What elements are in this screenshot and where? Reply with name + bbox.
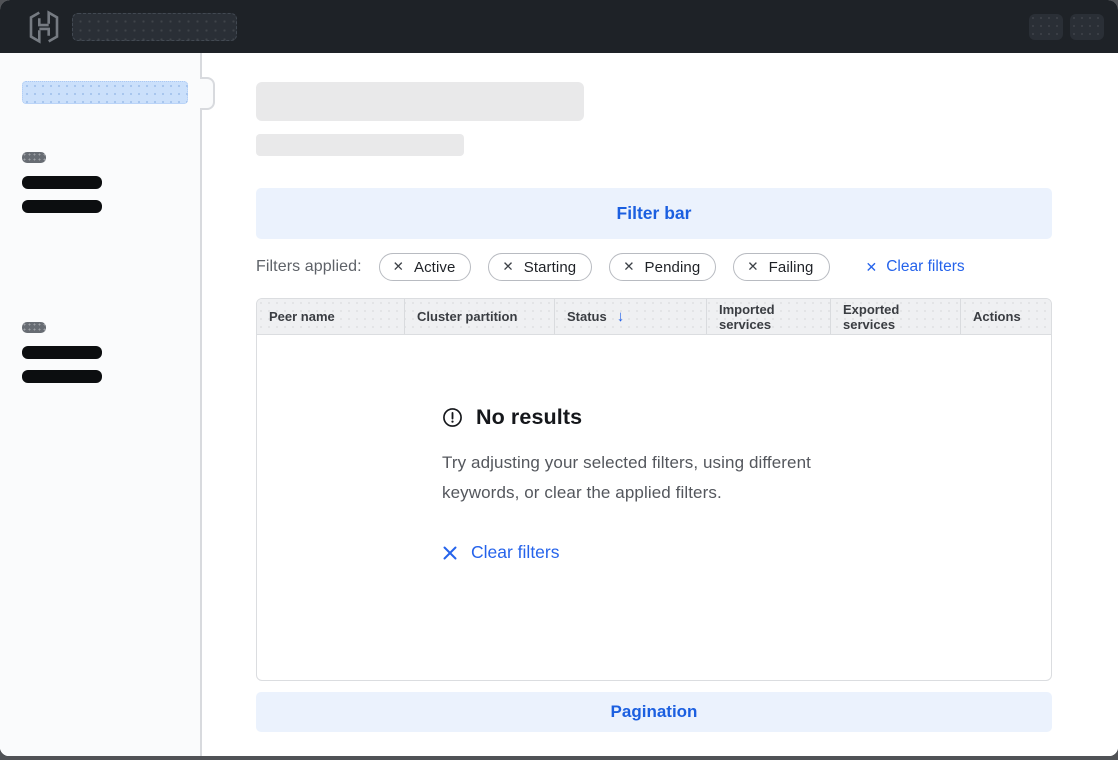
column-header-label: Status <box>567 309 607 324</box>
filter-pill-active[interactable]: ✕ Active <box>379 253 472 281</box>
column-header-cluster-partition[interactable]: Cluster partition <box>404 299 554 334</box>
filter-pill-label: Active <box>414 259 455 276</box>
column-header-exported-services[interactable]: Exported services <box>830 299 960 334</box>
app-window: Filter bar Filters applied: ✕ Active ✕ S… <box>0 0 1118 756</box>
page-title-skeleton <box>256 82 584 121</box>
sidebar-section-1 <box>22 152 186 213</box>
filter-bar-placeholder[interactable]: Filter bar <box>256 188 1052 239</box>
hashicorp-logo-icon <box>28 10 60 44</box>
sort-descending-icon[interactable]: ↓ <box>617 308 625 325</box>
remove-filter-icon[interactable]: ✕ <box>393 260 404 274</box>
sidebar-item-skeleton[interactable] <box>22 370 102 383</box>
filters-applied-label: Filters applied: <box>256 258 362 276</box>
nav-action-skeleton-1[interactable] <box>1029 14 1063 40</box>
filter-bar-label: Filter bar <box>617 203 692 224</box>
column-header-peer-name[interactable]: Peer name <box>257 299 404 334</box>
column-header-label: Actions <box>973 309 1021 324</box>
column-header-status[interactable]: Status ↓ <box>554 299 706 334</box>
remove-filter-icon[interactable]: ✕ <box>502 260 513 274</box>
filter-pill-pending[interactable]: ✕ Pending <box>609 253 716 281</box>
sidebar-item-skeleton[interactable] <box>22 176 102 189</box>
sidebar-item-skeleton[interactable] <box>22 346 102 359</box>
sidebar-collapse-handle[interactable] <box>200 77 215 110</box>
sidebar-item-skeleton[interactable] <box>22 200 102 213</box>
page-subtitle-skeleton <box>256 134 464 156</box>
filter-pill-starting[interactable]: ✕ Starting <box>488 253 592 281</box>
main-content: Filter bar Filters applied: ✕ Active ✕ S… <box>202 53 1118 756</box>
alert-circle-icon <box>442 407 463 428</box>
remove-filter-icon[interactable]: ✕ <box>747 260 758 274</box>
column-header-imported-services[interactable]: Imported services <box>706 299 830 334</box>
column-header-label: Imported services <box>719 302 818 332</box>
empty-state-header: No results <box>442 405 866 430</box>
top-navbar <box>0 0 1118 53</box>
empty-state-clear-filters-link[interactable]: Clear filters <box>442 542 560 563</box>
clear-filters-link[interactable]: ✕ Clear filters <box>866 258 965 276</box>
sidebar <box>0 53 202 756</box>
column-header-label: Peer name <box>269 309 335 324</box>
table-header-row: Peer name Cluster partition Status ↓ Imp… <box>257 299 1051 335</box>
filter-pill-failing[interactable]: ✕ Failing <box>733 253 829 281</box>
applied-filters-row: Filters applied: ✕ Active ✕ Starting ✕ P… <box>256 253 1052 281</box>
filter-pill-label: Failing <box>769 259 814 276</box>
clear-filters-x-icon: ✕ <box>866 259 878 276</box>
remove-filter-icon[interactable]: ✕ <box>623 260 634 274</box>
empty-state-title: No results <box>476 405 582 430</box>
clear-filters-label: Clear filters <box>886 258 964 276</box>
table-body: No results Try adjusting your selected f… <box>257 335 1051 680</box>
sidebar-section-label-skeleton <box>22 152 46 163</box>
empty-state-clear-filters-label: Clear filters <box>471 542 560 563</box>
peers-table: Peer name Cluster partition Status ↓ Imp… <box>256 298 1052 681</box>
clear-x-icon <box>442 545 458 561</box>
filter-pill-label: Starting <box>524 259 577 276</box>
column-header-label: Exported services <box>843 302 948 332</box>
empty-state: No results Try adjusting your selected f… <box>442 405 866 680</box>
sidebar-section-2 <box>22 322 186 383</box>
nav-search-skeleton[interactable] <box>72 13 237 41</box>
sidebar-section-label-skeleton <box>22 322 46 333</box>
column-header-actions: Actions <box>960 299 1051 334</box>
empty-state-description: Try adjusting your selected filters, usi… <box>442 448 866 508</box>
sidebar-active-item-skeleton[interactable] <box>22 81 188 104</box>
pagination-placeholder[interactable]: Pagination <box>256 692 1052 732</box>
nav-action-skeleton-2[interactable] <box>1070 14 1104 40</box>
filter-pill-label: Pending <box>645 259 701 276</box>
app-shell: Filter bar Filters applied: ✕ Active ✕ S… <box>0 53 1118 756</box>
column-header-label: Cluster partition <box>417 309 517 324</box>
pagination-label: Pagination <box>611 702 698 722</box>
